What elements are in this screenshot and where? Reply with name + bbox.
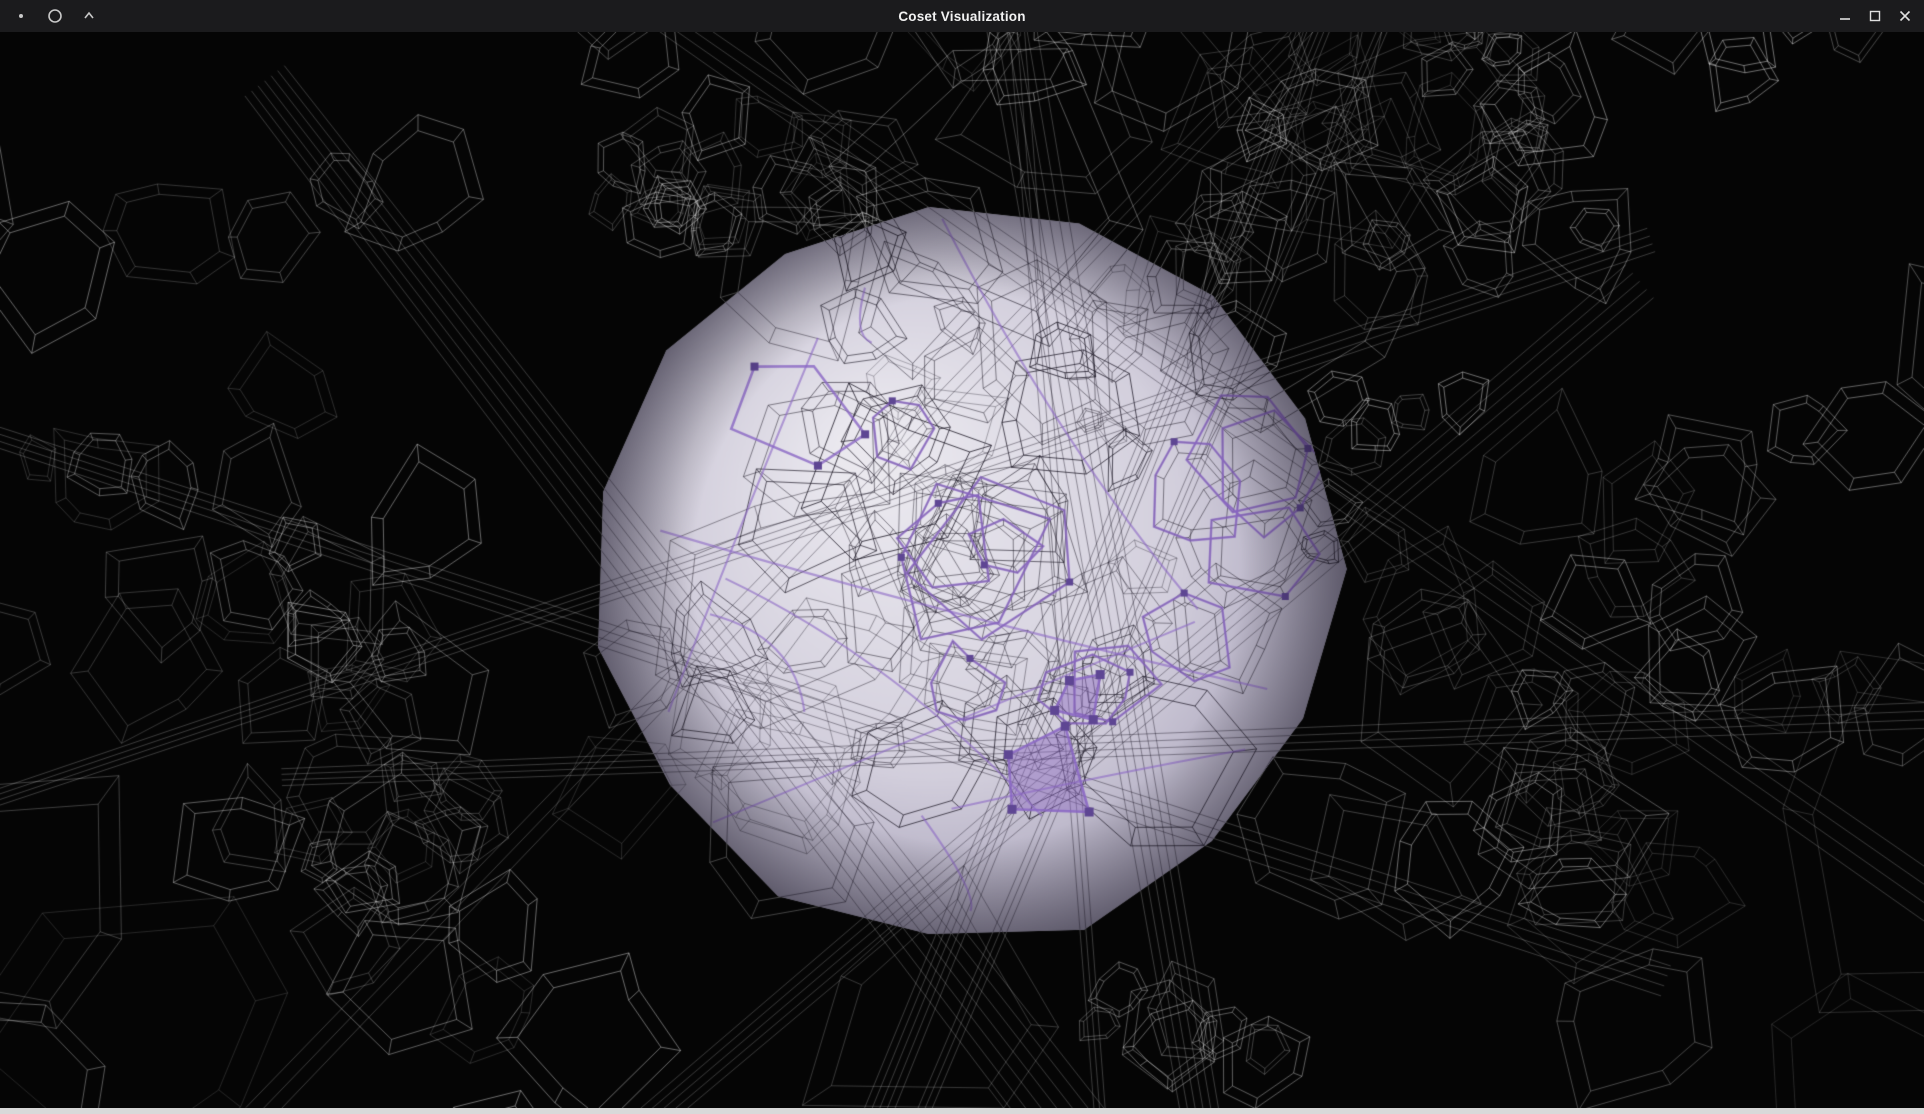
app-menu-dot-icon[interactable] bbox=[12, 7, 30, 25]
window-titlebar[interactable]: Coset Visualization bbox=[0, 0, 1924, 32]
chevron-up-icon[interactable] bbox=[80, 7, 98, 25]
titlebar-left-controls bbox=[0, 7, 98, 25]
visualization-canvas[interactable] bbox=[0, 32, 1924, 1108]
minimize-button[interactable] bbox=[1836, 7, 1854, 25]
titlebar-window-controls bbox=[1836, 7, 1924, 25]
app-window: Coset Visualization bbox=[0, 0, 1924, 1114]
circle-icon[interactable] bbox=[46, 7, 64, 25]
viewport bbox=[0, 32, 1924, 1108]
close-button[interactable] bbox=[1896, 7, 1914, 25]
maximize-button[interactable] bbox=[1866, 7, 1884, 25]
window-title: Coset Visualization bbox=[0, 9, 1924, 24]
window-bottom-edge bbox=[0, 1108, 1924, 1114]
